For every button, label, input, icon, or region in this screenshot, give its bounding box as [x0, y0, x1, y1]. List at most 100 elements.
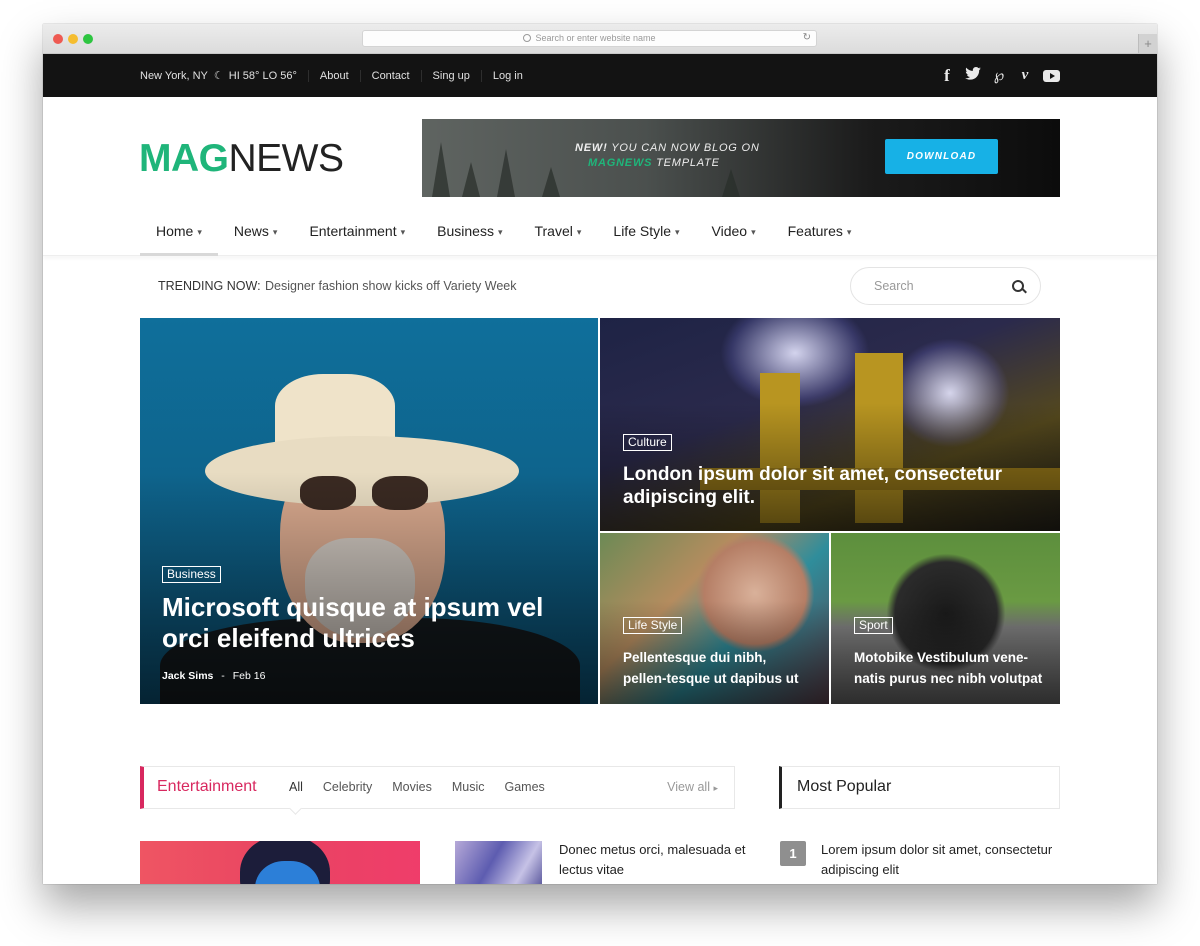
featured-grid: Business Microsoft quisque at ipsum vel … [140, 318, 1060, 704]
category-tag[interactable]: Sport [854, 617, 893, 634]
about-link[interactable]: About [307, 69, 360, 82]
chevron-right-icon: ▸ [713, 783, 718, 793]
nav-label: News [233, 223, 269, 239]
banner-line1: YOU CAN NOW BLOG ON [607, 142, 760, 154]
article-date: Feb 16 [232, 670, 266, 682]
vimeo-icon[interactable]: v [1017, 67, 1033, 84]
nav-item-entertainment[interactable]: Entertainment ▾ [293, 207, 421, 255]
entertainment-thumb-image[interactable] [455, 841, 542, 884]
banner-line2: TEMPLATE [652, 157, 720, 169]
moon-icon: ☾ [213, 70, 224, 82]
chevron-down-icon: ▾ [400, 227, 406, 237]
featured-card-culture[interactable]: Culture London ipsum dolor sit amet, con… [600, 318, 1060, 531]
nav-label: Video [711, 223, 748, 239]
chevron-down-icon: ▾ [197, 227, 202, 237]
new-tab-button[interactable]: + [1138, 34, 1157, 53]
tab-celebrity[interactable]: Celebrity [323, 780, 372, 794]
trending-headline[interactable]: Designer fashion show kicks off Variety … [265, 279, 517, 293]
search-box [850, 267, 1041, 305]
article-title[interactable]: London ipsum dolor sit amet, consectetur… [623, 463, 1023, 509]
chevron-down-icon: ▾ [497, 227, 503, 237]
main-nav: Home ▾ News ▾ Entertainment ▾ Business ▾ Tra… [43, 207, 1157, 256]
article-title[interactable]: Microsoft quisque at ipsum vel orci elei… [162, 592, 592, 654]
featured-card-main[interactable]: Business Microsoft quisque at ipsum vel … [140, 318, 598, 704]
weather-widget: New York, NY ☾ HI 58° LO 56° [140, 69, 308, 82]
logo-mag: MAG [139, 137, 229, 180]
signup-link[interactable]: Sing up [420, 69, 481, 82]
entertainment-section-header: Entertainment All Celebrity Movies Music… [140, 766, 735, 809]
chevron-down-icon: ▾ [751, 227, 756, 237]
featured-card-lifestyle[interactable]: Life Style Pellentesque dui nibh, pellen… [600, 533, 829, 704]
featured-card-sport[interactable]: Sport Motobike Vestibulum vene-natis pur… [831, 533, 1060, 704]
nav-label: Business [437, 223, 494, 239]
search-icon[interactable] [1012, 280, 1024, 292]
twitter-icon[interactable] [965, 67, 981, 84]
nav-item-features[interactable]: Features ▾ [772, 207, 868, 255]
tree-decoration [722, 169, 740, 197]
entertainment-main-image[interactable] [140, 841, 420, 884]
nav-item-lifestyle[interactable]: Life Style ▾ [597, 207, 695, 255]
site-logo[interactable]: MAGNEWS [139, 137, 344, 181]
nav-item-travel[interactable]: Travel ▾ [518, 207, 597, 255]
nav-label: Entertainment [309, 223, 397, 239]
search-icon [523, 34, 532, 42]
tab-all[interactable]: All [289, 780, 303, 794]
nav-label: Features [787, 223, 843, 239]
popular-post-title[interactable]: Lorem ipsum dolor sit amet, consectetur … [821, 840, 1071, 879]
view-all-link[interactable]: View all ▸ [667, 780, 718, 794]
contact-link[interactable]: Contact [359, 69, 421, 82]
tab-movies[interactable]: Movies [392, 780, 432, 794]
category-tag[interactable]: Business [162, 566, 221, 583]
section-tabs: All Celebrity Movies Music Games [289, 780, 565, 794]
nav-label: Life Style [613, 223, 671, 239]
weather-text: HI 58° LO 56° [228, 70, 297, 82]
section-title: Most Popular [797, 778, 892, 795]
category-tag[interactable]: Culture [623, 434, 672, 451]
category-tag[interactable]: Life Style [623, 617, 683, 634]
tree-decoration [432, 142, 450, 197]
minimize-window-button[interactable] [68, 34, 78, 44]
zoom-window-button[interactable] [83, 34, 93, 44]
close-window-button[interactable] [53, 34, 63, 44]
most-popular-header: Most Popular [779, 766, 1060, 809]
top-bar: New York, NY ☾ HI 58° LO 56° About Contact… [43, 54, 1157, 97]
tree-decoration [497, 149, 515, 197]
nav-item-news[interactable]: News ▾ [218, 207, 294, 255]
trending-label: TRENDING NOW: [158, 279, 261, 293]
nav-item-business[interactable]: Business ▾ [421, 207, 518, 255]
article-title[interactable]: Motobike Vestibulum vene-natis purus nec… [854, 647, 1054, 689]
tree-decoration [462, 162, 480, 197]
logo-news: NEWS [228, 137, 345, 180]
tab-games[interactable]: Games [504, 780, 544, 794]
browser-chrome: Search or enter website name ↻ + [43, 24, 1157, 54]
nav-item-video[interactable]: Video ▾ [696, 207, 772, 255]
entertainment-post-title[interactable]: Donec metus orci, malesuada et lectus vi… [559, 840, 749, 879]
address-bar[interactable]: Search or enter website name ↻ [362, 30, 817, 47]
pinterest-icon[interactable]: ℘ [991, 66, 1007, 85]
meta-separator: - [221, 670, 225, 682]
nav-label: Travel [534, 223, 573, 239]
tree-decoration [542, 167, 560, 197]
location-text: New York, NY [140, 70, 208, 82]
banner-text: NEW! YOU CAN NOW BLOG ON MAGNEWS TEMPLAT… [575, 141, 760, 171]
facebook-icon[interactable]: f [939, 66, 955, 86]
article-title[interactable]: Pellentesque dui nibh, pellen-tesque ut … [623, 647, 813, 689]
site-header: MAGNEWS NEW! YOU CAN NOW BLOG ON MAGNEWS… [43, 97, 1157, 207]
trending-bar: TRENDING NOW: Designer fashion show kick… [43, 256, 1157, 316]
banner-brand: MAGNEWS [588, 157, 653, 169]
tab-music[interactable]: Music [452, 780, 485, 794]
browser-window: Search or enter website name ↻ + New Yor… [43, 24, 1157, 884]
search-input[interactable] [872, 278, 996, 294]
social-links: f ℘ v [939, 54, 1060, 97]
author-name[interactable]: Jack Sims [162, 670, 213, 682]
ad-banner[interactable]: NEW! YOU CAN NOW BLOG ON MAGNEWS TEMPLAT… [422, 119, 1060, 197]
chevron-down-icon: ▾ [846, 227, 852, 237]
login-link[interactable]: Log in [480, 69, 534, 82]
chevron-down-icon: ▾ [272, 227, 278, 237]
download-button[interactable]: DOWNLOAD [885, 139, 998, 174]
chevron-down-icon: ▾ [675, 227, 680, 237]
view-all-label: View all [667, 780, 710, 794]
nav-item-home[interactable]: Home ▾ [140, 207, 218, 256]
youtube-icon[interactable] [1043, 69, 1060, 82]
reload-icon[interactable]: ↻ [803, 32, 811, 43]
